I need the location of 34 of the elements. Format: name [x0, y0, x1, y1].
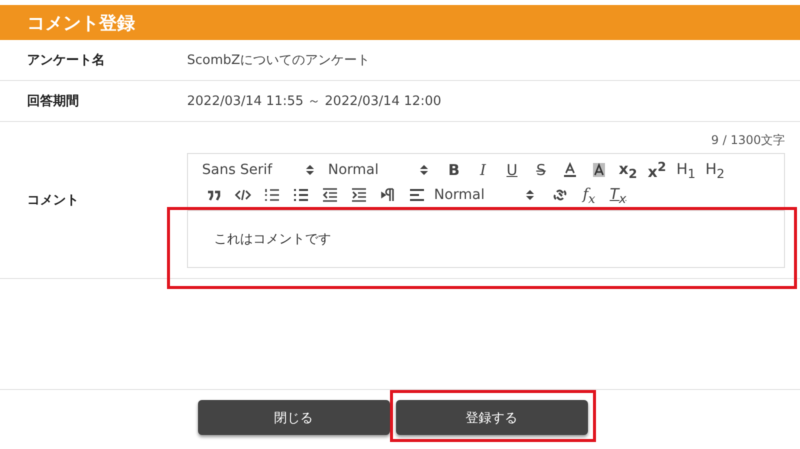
format-button[interactable]: H$_{2}$ — [703, 158, 727, 182]
format-dropdown[interactable]: Normal — [328, 162, 428, 178]
dropdown-arrows-icon — [526, 189, 534, 201]
format-button[interactable]: f$_{x}$ — [577, 183, 601, 207]
field-label: 回答期間 — [26, 93, 80, 110]
comment-text: これはコメントです — [214, 231, 331, 248]
format-button[interactable]: x$^{2}$ — [645, 158, 669, 182]
page-title: コメント登録 — [27, 12, 135, 34]
bullet-list-icon — [292, 186, 310, 204]
field-label: アンケート名 — [26, 52, 106, 69]
field-value: 2022/03/14 11:55 ～ 2022/03/14 12:00 — [187, 93, 442, 110]
text-color-icon — [561, 161, 579, 179]
format-button[interactable]: T$_{x}$ — [606, 183, 630, 207]
dropdown-arrows-icon — [306, 164, 314, 176]
dropdown-arrows-icon — [420, 164, 428, 176]
format-dropdown[interactable]: Normal — [434, 187, 534, 203]
format-dropdown[interactable]: Sans Serif — [202, 162, 314, 178]
field-value: ScombZについてのアンケート — [187, 52, 370, 69]
indent-icon — [350, 186, 368, 204]
outdent-icon — [321, 186, 339, 204]
field-label: コメント — [26, 192, 80, 209]
format-button[interactable]: U — [500, 158, 524, 182]
format-button[interactable]: I — [471, 158, 495, 182]
format-button[interactable]: B — [442, 158, 466, 182]
action-button[interactable]: 閉じる — [198, 400, 390, 435]
character-counter: 9 / 1300文字 — [711, 132, 785, 149]
format-button[interactable]: H$_{1}$ — [674, 158, 698, 182]
highlight-color-icon — [590, 161, 608, 179]
format-button[interactable]: x$_{2}$ — [616, 158, 640, 182]
align-left-icon — [408, 186, 426, 204]
format-button[interactable]: S̶ — [529, 158, 553, 182]
action-button[interactable]: 登録する — [396, 400, 588, 435]
comment-text-area[interactable]: これはコメントです — [187, 210, 785, 268]
paragraph-direction-icon — [379, 186, 397, 204]
